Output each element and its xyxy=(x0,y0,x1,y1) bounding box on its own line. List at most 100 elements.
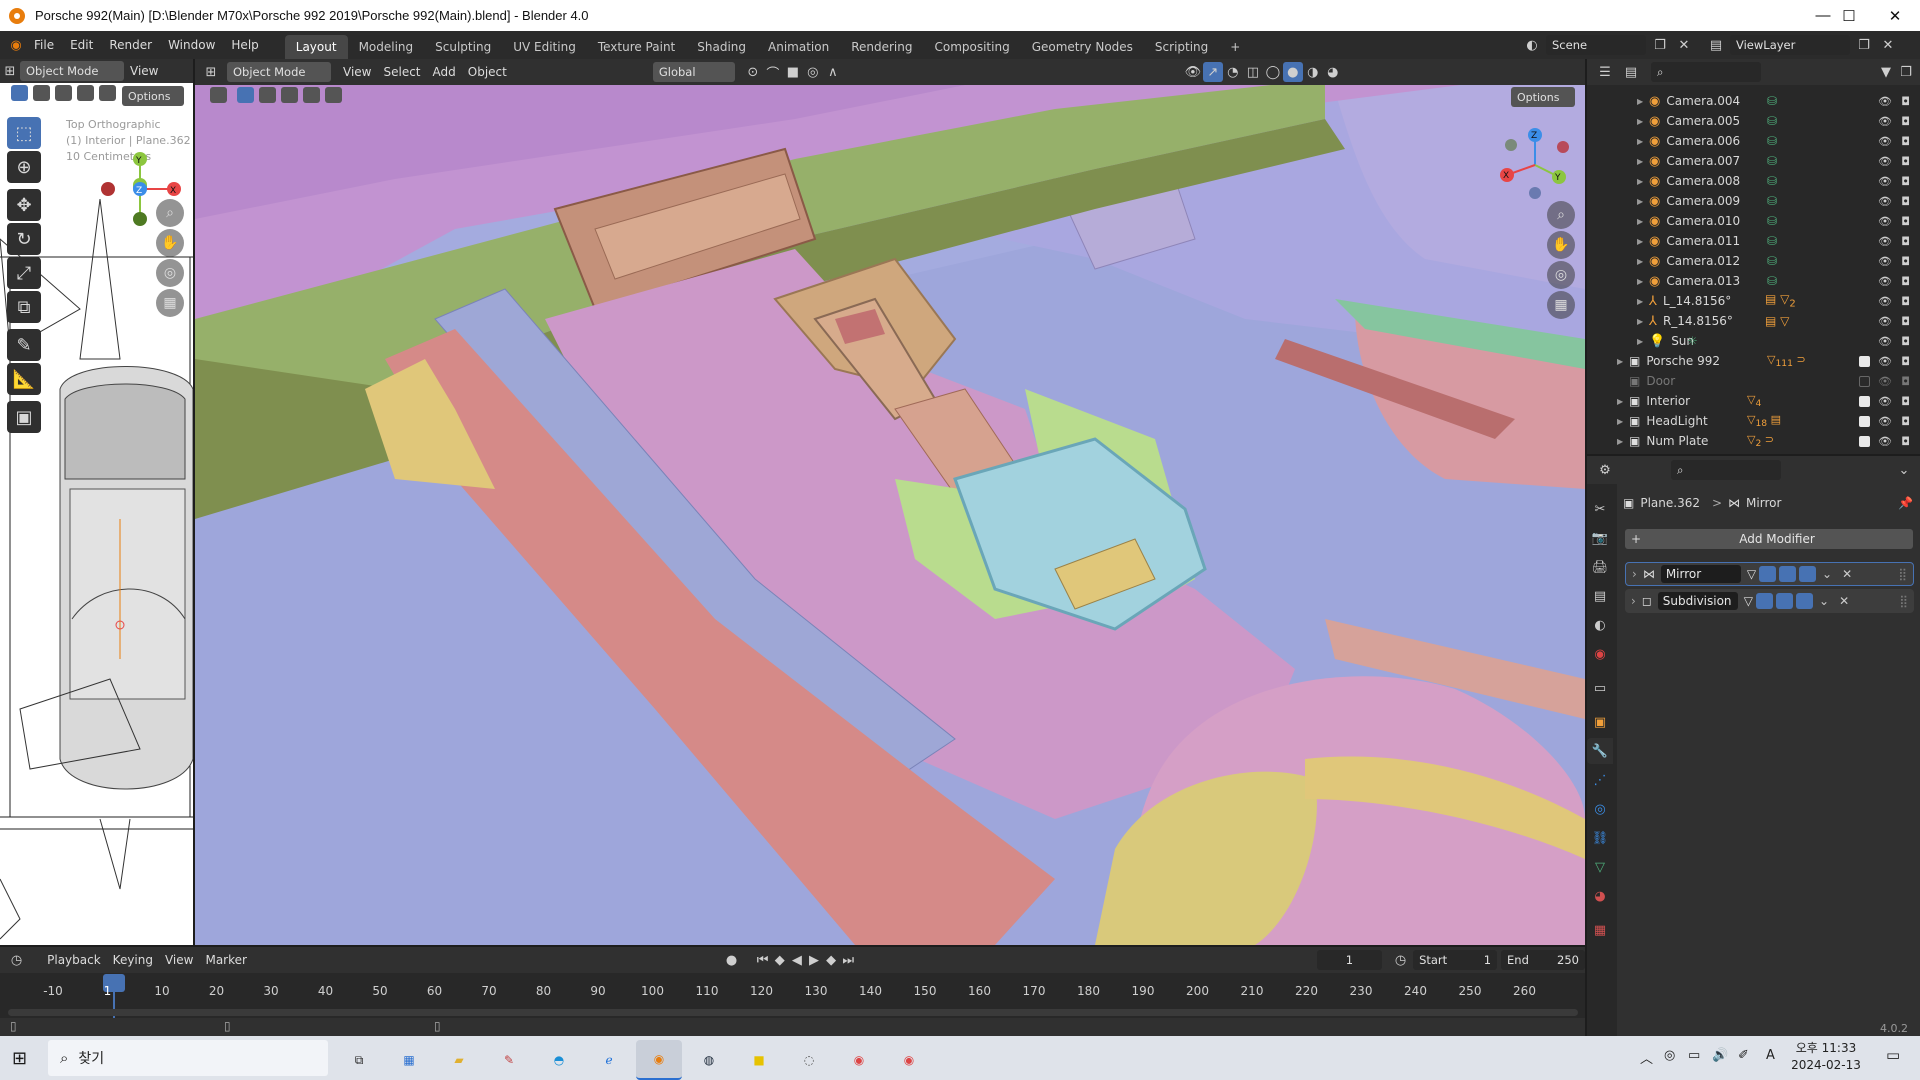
drag-handle-icon[interactable]: ⣿ xyxy=(1898,567,1907,581)
render-toggle-icon[interactable] xyxy=(1799,566,1817,582)
file-explorer-icon[interactable]: ▰ xyxy=(441,1043,477,1077)
render-camera-icon[interactable]: ◘ xyxy=(1901,435,1910,448)
add-modifier-button[interactable]: + Add Modifier xyxy=(1625,529,1913,549)
blender-menu-icon[interactable]: ◉ xyxy=(6,35,26,55)
viewport-toggle-icon[interactable] xyxy=(1779,566,1797,582)
menu-render[interactable]: Render xyxy=(101,31,160,59)
modifier-name-field[interactable]: Mirror xyxy=(1660,565,1741,583)
tab-scripting[interactable]: Scripting xyxy=(1144,35,1219,59)
particles-tab-icon[interactable]: ⋰ xyxy=(1587,767,1613,793)
list-item[interactable]: ▶ ◉ Camera.005 ⛁ 👁 ◘ xyxy=(1637,111,1920,131)
modifier-name-field[interactable]: Subdivision xyxy=(1657,592,1738,610)
main-options-button[interactable]: Options xyxy=(1511,87,1575,107)
tab-sculpting[interactable]: Sculpting xyxy=(424,35,502,59)
collapse-icon[interactable]: ⌄ xyxy=(1894,460,1914,480)
tray-chevron-icon[interactable]: ︿ xyxy=(1640,1048,1653,1067)
cursor-tool[interactable]: ⊕ xyxy=(7,151,41,183)
collection-checkbox[interactable] xyxy=(1859,395,1870,407)
left-mode-dropdown[interactable]: Object Mode xyxy=(20,61,124,81)
delete-scene-icon[interactable]: ✕ xyxy=(1674,35,1694,55)
viewlayer-icon[interactable]: ▤ xyxy=(1706,35,1726,55)
keying-menu[interactable]: Keying xyxy=(107,953,159,967)
blender-task-icon[interactable]: ◉ xyxy=(636,1040,682,1080)
list-item[interactable]: ▶ ⅄ R_14.8156° ▤ ▽ 👁 ◘ xyxy=(1637,311,1920,331)
pivot-point-icon[interactable]: ⊙ xyxy=(743,62,763,82)
tab-layout[interactable]: Layout xyxy=(284,35,348,59)
material-shading-icon[interactable]: ◑ xyxy=(1303,62,1323,82)
expand-chevron-icon[interactable]: › xyxy=(1631,594,1636,608)
eye-icon[interactable]: 👁 xyxy=(1878,375,1892,388)
editmode-cage-icon[interactable]: ▽ xyxy=(1747,567,1756,581)
editmode-cage-icon[interactable]: ▽ xyxy=(1744,594,1753,608)
collection-item[interactable]: ▶ ▣ Num Plate ▽2 ⊃ 👁 ◘ xyxy=(1617,431,1920,451)
list-item[interactable]: ▶ ◉ Camera.010 ⛁ 👁 ◘ xyxy=(1637,211,1920,231)
eye-icon[interactable]: 👁 xyxy=(1878,355,1892,368)
render-tab-icon[interactable]: 📷 xyxy=(1587,525,1613,551)
select-mode-new-icon[interactable] xyxy=(237,87,254,103)
play-reverse-icon[interactable]: ◀ xyxy=(788,950,805,970)
material-tab-icon[interactable]: ◕ xyxy=(1587,883,1613,909)
chrome-icon[interactable]: ◉ xyxy=(841,1043,877,1077)
select-mode-extend-icon[interactable] xyxy=(259,87,276,103)
main-axis-gizmo[interactable]: Z Y X xyxy=(1495,125,1575,205)
scene-tab-icon[interactable]: ◐ xyxy=(1587,612,1613,638)
transform-orientation-dropdown[interactable]: Global xyxy=(652,62,735,82)
eye-icon[interactable]: 👁 xyxy=(1878,315,1892,328)
render-camera-icon[interactable]: ◘ xyxy=(1901,235,1910,248)
menu-edit[interactable]: Edit xyxy=(62,31,101,59)
texture-tab-icon[interactable]: ▦ xyxy=(1587,917,1613,943)
render-camera-icon[interactable]: ◘ xyxy=(1901,355,1910,368)
collection-item[interactable]: ▶ ▣ HeadLight ▽18 ▤ 👁 ◘ xyxy=(1617,411,1920,431)
steam-icon[interactable]: ◍ xyxy=(691,1043,727,1077)
eye-icon[interactable]: 👁 xyxy=(1878,435,1892,448)
remove-modifier-icon[interactable]: ✕ xyxy=(1842,567,1852,581)
tab-shading[interactable]: Shading xyxy=(686,35,757,59)
pan-hand-icon[interactable]: ✋ xyxy=(1547,231,1575,259)
viewlayer-selector[interactable]: ViewLayer xyxy=(1730,35,1850,55)
left-options-button[interactable]: Options xyxy=(122,86,184,106)
render-camera-icon[interactable]: ◘ xyxy=(1901,95,1910,108)
physics-tab-icon[interactable]: ◎ xyxy=(1587,796,1613,822)
left-view-menu[interactable]: View xyxy=(124,64,164,78)
select-mode-intersect-icon[interactable] xyxy=(325,87,342,103)
windows-start-icon[interactable]: ⊞ xyxy=(12,1048,27,1069)
output-tab-icon[interactable]: 🖨 xyxy=(1587,554,1613,580)
remove-modifier-icon[interactable]: ✕ xyxy=(1839,594,1849,608)
outliner-search-input[interactable]: ⌕ xyxy=(1651,62,1761,82)
preview-range-icon[interactable]: ◷ xyxy=(1392,950,1409,970)
tab-compositing[interactable]: Compositing xyxy=(923,35,1020,59)
select-mode-invert-icon[interactable] xyxy=(303,87,320,103)
render-camera-icon[interactable]: ◘ xyxy=(1901,275,1910,288)
scale-tool[interactable]: ⤢ xyxy=(7,257,41,289)
perspective-toggle-icon[interactable]: ▦ xyxy=(1547,291,1575,319)
main-3d-viewport[interactable]: ⊞ Object Mode View Select Add Object Glo… xyxy=(195,59,1585,945)
object-tab-icon[interactable]: ▣ xyxy=(1587,709,1613,735)
edit-mode-toggle-icon[interactable] xyxy=(1759,566,1777,582)
network-icon[interactable]: ▭ xyxy=(1688,1048,1700,1063)
eye-icon[interactable]: 👁 xyxy=(1878,255,1892,268)
viewport-toggle-icon[interactable] xyxy=(1776,593,1794,609)
start-frame-field[interactable]: Start 1 xyxy=(1413,950,1498,970)
playback-menu[interactable]: Playback xyxy=(41,953,107,967)
task-view-icon[interactable]: ⧉ xyxy=(341,1043,377,1077)
select-menu[interactable]: Select xyxy=(377,65,426,79)
end-frame-field[interactable]: End 250 xyxy=(1501,950,1585,970)
eye-icon[interactable]: 👁 xyxy=(1878,415,1892,428)
visibility-icon[interactable]: 👁 xyxy=(1183,62,1203,82)
collection-item[interactable]: ▶ ▣ Porsche 992 ▽111 ⊃ 👁 ◘ xyxy=(1617,351,1920,371)
notification-icon[interactable]: ▭ xyxy=(1886,1046,1900,1064)
timeline-view-menu[interactable]: View xyxy=(159,953,199,967)
eye-icon[interactable]: 👁 xyxy=(1878,395,1892,408)
wireframe-shading-icon[interactable]: ◯ xyxy=(1263,62,1283,82)
properties-search-input[interactable]: ⌕ xyxy=(1671,460,1781,480)
overlays-icon[interactable]: ◔ xyxy=(1223,62,1243,82)
list-item[interactable]: ▶ ⅄ L_14.8156° ▤ ▽2 👁 ◘ xyxy=(1637,291,1920,311)
outliner-editor-icon[interactable]: ☰ xyxy=(1595,62,1615,82)
current-frame-field[interactable]: 1 xyxy=(1316,950,1382,970)
data-tab-icon[interactable]: ▽ xyxy=(1587,854,1613,880)
chrome-alt-icon[interactable]: ◉ xyxy=(891,1043,927,1077)
eye-icon[interactable]: 👁 xyxy=(1878,215,1892,228)
rotate-tool[interactable]: ↻ xyxy=(7,223,41,255)
tab-animation[interactable]: Animation xyxy=(757,35,840,59)
delete-viewlayer-icon[interactable]: ✕ xyxy=(1878,35,1898,55)
